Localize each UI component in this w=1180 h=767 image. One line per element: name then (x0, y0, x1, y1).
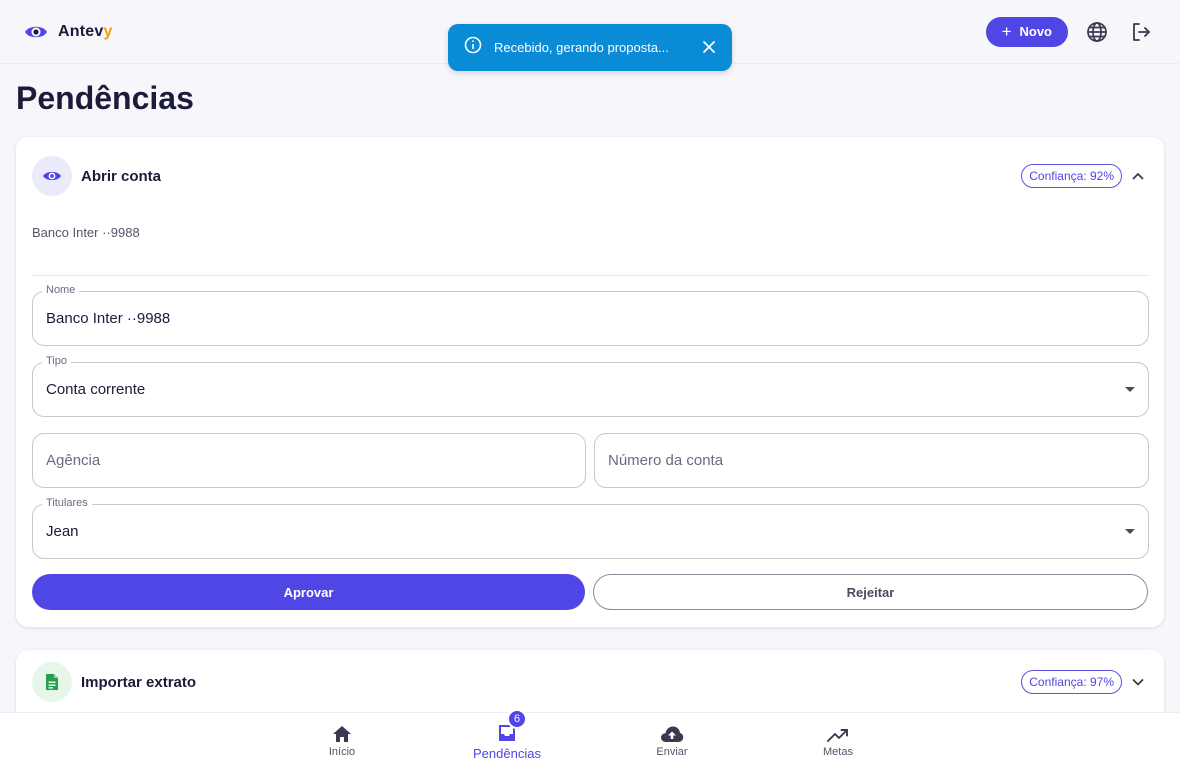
card-header[interactable]: Abrir conta Confiança: 92% (16, 137, 1164, 215)
card-subtitle: Banco Inter ··9988 (32, 225, 140, 240)
pending-count-badge: 6 (507, 709, 527, 729)
nav-label-pending: Pendências (473, 746, 541, 761)
card-title: Importar extrato (81, 673, 197, 691)
info-icon (464, 36, 482, 59)
type-select-label: Tipo (42, 355, 71, 367)
nav-item-home[interactable]: Início (287, 721, 397, 758)
globe-icon[interactable] (1082, 17, 1112, 47)
caret-down-icon (1125, 387, 1135, 392)
account-number-field[interactable]: Número da conta (594, 433, 1149, 488)
confidence-badge: Confiança: 97% (1021, 670, 1122, 694)
name-field[interactable]: Nome Banco Inter ··9988 (32, 284, 1149, 346)
nav-label-upload: Enviar (656, 746, 688, 758)
bottom-navigation: Início 6 Pendências Enviar Metas (0, 709, 1180, 767)
chevron-up-icon[interactable] (1128, 166, 1148, 186)
nav-item-pending[interactable]: 6 Pendências (452, 709, 562, 761)
type-select[interactable]: Tipo Conta corrente (32, 355, 1149, 417)
holders-select[interactable]: Titulares Jean (32, 497, 1149, 559)
close-icon[interactable] (702, 39, 716, 57)
toast-message: Recebido, gerando proposta... (494, 40, 669, 55)
brand-name: Antevy (58, 22, 113, 40)
eye-logo-icon (24, 24, 48, 40)
confidence-badge: Confiança: 92% (1021, 164, 1122, 188)
document-icon (32, 662, 72, 702)
nav-label-goals: Metas (823, 746, 853, 758)
name-field-label: Nome (42, 284, 80, 296)
nav-label-home: Início (328, 746, 356, 758)
card-title: Abrir conta (81, 167, 162, 185)
logout-icon[interactable] (1126, 17, 1156, 47)
page-title: Pendências (16, 80, 194, 116)
new-button[interactable]: + Novo (985, 16, 1068, 47)
upload-cloud-icon (660, 721, 684, 743)
trending-up-icon (827, 721, 849, 743)
toast-notification: Recebido, gerando proposta... (448, 24, 732, 71)
approve-button[interactable]: Aprovar (32, 574, 585, 610)
logo[interactable]: Antevy (24, 23, 113, 41)
chevron-down-icon[interactable] (1128, 672, 1148, 692)
inbox-icon: 6 (497, 709, 527, 743)
divider (32, 275, 1148, 276)
agency-field[interactable]: Agência (32, 433, 586, 488)
home-icon (332, 721, 352, 743)
nav-item-goals[interactable]: Metas (783, 721, 893, 758)
type-select-value: Conta corrente (46, 381, 146, 398)
reject-button[interactable]: Rejeitar (593, 574, 1148, 610)
card-header[interactable]: Importar extrato Confiança: 97% (16, 650, 1164, 714)
agency-placeholder: Agência (46, 452, 101, 469)
holders-select-value: Jean (46, 523, 79, 540)
holders-select-label: Titulares (42, 497, 92, 509)
pending-card-open-account: Abrir conta Confiança: 92% Banco Inter ·… (16, 137, 1164, 627)
plus-icon: + (1001, 22, 1012, 41)
caret-down-icon (1125, 529, 1135, 534)
nav-item-upload[interactable]: Enviar (617, 721, 727, 758)
account-number-placeholder: Número da conta (608, 452, 724, 469)
new-button-label: Novo (1019, 24, 1053, 39)
name-field-value: Banco Inter ··9988 (46, 310, 171, 327)
eye-icon (32, 156, 72, 196)
